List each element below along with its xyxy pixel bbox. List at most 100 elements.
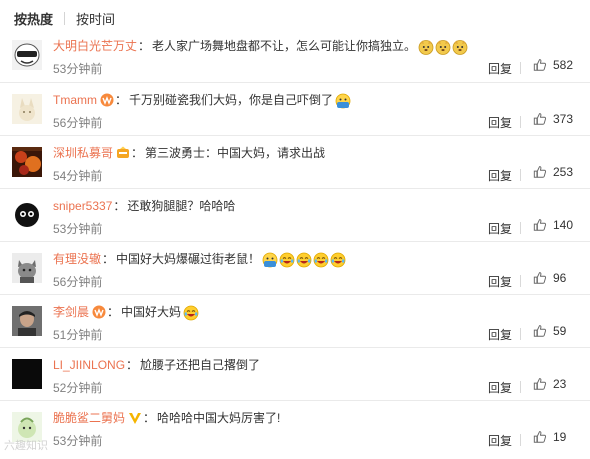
comment-text: 尬腰子还把自己撂倒了 [140,358,261,372]
black-square-avatar[interactable] [12,359,42,389]
reply-button[interactable]: 回复 [488,432,512,449]
username-link[interactable]: 深圳私募哥 [53,145,113,161]
username-link[interactable]: LI_JIINLONG [53,357,125,373]
colon-separator: ： [143,411,156,425]
like-button[interactable]: 582 [533,58,573,72]
comment-timestamp: 53分钟前 [53,434,103,448]
like-count: 373 [553,112,574,126]
sort-by-hot-tab[interactable]: 按热度 [14,9,53,28]
doge-shock-emoji [262,252,278,267]
comment-timestamp: 52分钟前 [53,381,103,395]
colon-separator: ： [138,39,151,53]
colon-separator: ： [102,252,115,266]
action-divider [520,275,521,287]
username-link[interactable]: 脆脆鲨二舅妈 [53,410,125,426]
username-link[interactable]: sniper5337 [53,198,112,214]
like-button[interactable]: 253 [533,165,573,179]
comment-line: 深圳私募哥 ：第三波勇士：中国大妈，请求出战 [53,145,325,161]
comment-list: 大明白光芒万丈：老人家广场舞地盘都不让，怎么可能让你搞独立。 53分钟前 回复 582… [0,29,590,453]
comment-timestamp: 54分钟前 [53,169,103,183]
username-link[interactable]: 李剑晨 [53,304,89,320]
comment-row: 脆脆鲨二舅妈 ：哈哈哈中国大妈厉害了! 53分钟前 回复 19 [0,400,590,453]
verified-v-badge [128,411,142,425]
like-button[interactable]: 373 [533,112,573,126]
comment-line: sniper5337：还敢狗腿腿？哈哈哈 [53,198,235,214]
portrait-photo-avatar[interactable] [12,306,42,336]
reply-button[interactable]: 回复 [488,273,512,290]
laugh-tears-emoji [313,252,329,267]
colon-separator: ： [113,199,126,213]
reply-button[interactable]: 回复 [488,220,512,237]
like-button[interactable]: 96 [533,271,566,285]
reply-button[interactable]: 回复 [488,379,512,396]
cream-cartoon-avatar[interactable] [12,94,42,124]
comment-text: 还敢狗腿腿？哈哈哈 [127,199,236,213]
colon-separator: ： [107,305,120,319]
username-link[interactable]: 有理没辙 [53,251,101,267]
like-count: 253 [553,165,574,179]
comment-timestamp: 53分钟前 [53,222,103,236]
thumbs-up-icon [533,58,553,72]
laugh-tears-emoji [183,305,199,320]
dog-face-emoji [435,39,451,55]
black-furball-avatar[interactable] [12,200,42,230]
thumbs-up-icon [533,430,553,444]
laugh-tears-emoji [296,252,312,267]
comment-line: 有理没辙：中国好大妈爆碾过街老鼠！ [53,251,346,267]
action-divider [520,169,521,181]
comment-line: 大明白光芒万丈：老人家广场舞地盘都不让，怎么可能让你搞独立。 [53,38,468,55]
comment-text: 哈哈哈中国大妈厉害了! [157,411,281,425]
comment-row: Tmamm ：千万别碰瓷我们大妈，你是自己吓倒了 56分钟前 回复 373 [0,82,590,135]
comment-text: 老人家广场舞地盘都不让，怎么可能让你搞独立。 [152,39,417,53]
like-button[interactable]: 23 [533,377,566,391]
laugh-tears-emoji [330,252,346,267]
reply-button[interactable]: 回复 [488,60,512,77]
comment-row: 深圳私募哥 ：第三波勇士：中国大妈，请求出战 54分钟前 回复 253 [0,135,590,188]
gray-cat-avatar[interactable] [12,253,42,283]
laugh-tears-emoji [279,252,295,267]
comment-line: 李剑晨 ：中国好大妈 [53,304,199,320]
comment-text: 中国好大妈 [121,305,182,319]
sort-divider [64,11,66,25]
like-count: 96 [553,271,567,285]
comment-line: 脆脆鲨二舅妈 ：哈哈哈中国大妈厉害了! [53,410,280,426]
like-button[interactable]: 59 [533,324,566,338]
action-divider [520,381,521,393]
action-divider [520,62,521,74]
comment-text: 第三波勇士：中国大妈，请求出战 [145,146,326,160]
colon-separator: ： [115,93,128,107]
vip-badge [100,93,114,107]
action-divider [520,434,521,446]
sort-by-time-tab[interactable]: 按时间 [76,9,115,28]
fan-badge [116,146,130,160]
reply-button[interactable]: 回复 [488,326,512,343]
like-count: 582 [553,58,574,72]
colon-separator: ： [126,358,139,372]
like-count: 19 [553,430,567,444]
reply-button[interactable]: 回复 [488,167,512,184]
like-count: 23 [553,377,567,391]
red-orange-photo-avatar[interactable] [12,147,42,177]
comment-text: 千万别碰瓷我们大妈，你是自己吓倒了 [129,93,334,107]
comment-row: 李剑晨 ：中国好大妈 51分钟前 回复 59 [0,294,590,347]
thumbs-up-icon [533,324,553,338]
colon-separator: ： [131,146,144,160]
doge-shock-emoji [335,93,351,108]
comment-timestamp: 51分钟前 [53,328,103,342]
username-link[interactable]: 大明白光芒万丈 [53,38,137,54]
comment-row: 有理没辙：中国好大妈爆碾过街老鼠！ 56分钟前 回复 96 [0,241,590,294]
like-button[interactable]: 19 [533,430,566,444]
vip-badge [92,305,106,319]
comment-line: LI_JIINLONG：尬腰子还把自己撂倒了 [53,357,260,373]
like-count: 59 [553,324,567,338]
thumbs-up-icon [533,165,553,179]
reply-button[interactable]: 回复 [488,114,512,131]
action-divider [520,222,521,234]
comment-timestamp: 53分钟前 [53,62,103,76]
black-white-mask-avatar[interactable] [12,40,42,70]
thumbs-up-icon [533,112,553,126]
username-link[interactable]: Tmamm [53,92,97,108]
like-button[interactable]: 140 [533,218,573,232]
watermark: 六趣知识 [4,440,48,452]
comment-line: Tmamm ：千万别碰瓷我们大妈，你是自己吓倒了 [53,92,351,108]
